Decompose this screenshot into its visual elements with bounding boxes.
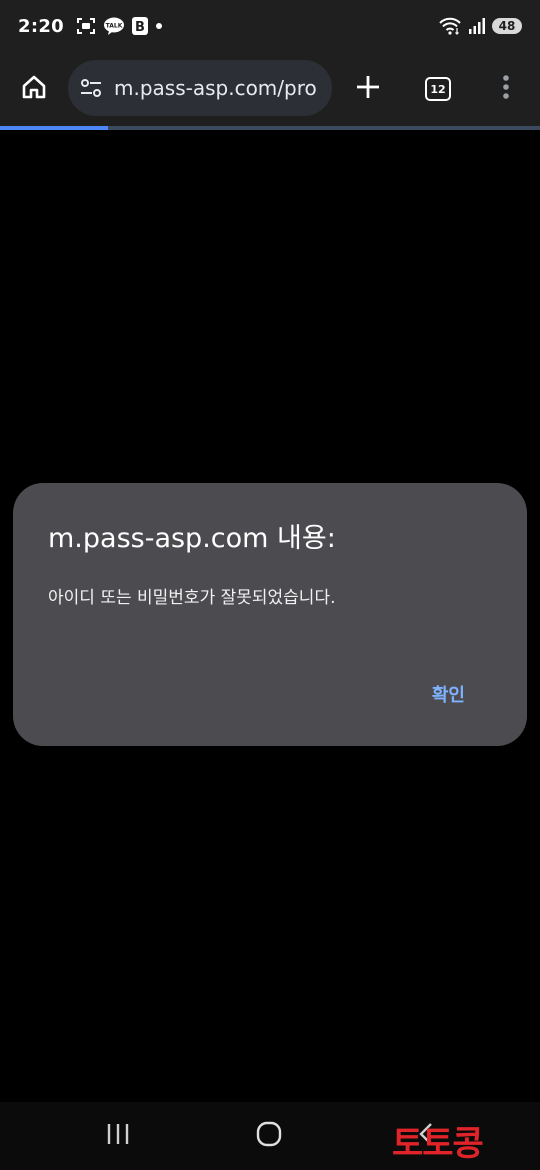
browser-toolbar: m.pass-asp.com/pro 12 <box>0 52 540 126</box>
status-time: 2:20 <box>18 15 64 37</box>
home-nav-button[interactable] <box>250 1120 288 1152</box>
recents-icon <box>105 1123 131 1149</box>
dialog-title: m.pass-asp.com 내용: <box>48 523 336 554</box>
site-settings-icon[interactable] <box>78 75 104 101</box>
recents-button[interactable] <box>100 1122 136 1150</box>
notification-icons: TALK B <box>76 17 163 35</box>
url-text[interactable]: m.pass-asp.com/pro <box>114 76 317 100</box>
tab-switcher-button[interactable]: 12 <box>418 69 458 109</box>
overflow-menu-button[interactable] <box>486 69 526 109</box>
plus-icon <box>355 74 381 104</box>
b-app-icon: B <box>131 17 148 35</box>
wifi-icon <box>438 17 462 35</box>
watermark-text: 토토콩 <box>392 1124 484 1164</box>
new-tab-button[interactable] <box>348 69 388 109</box>
more-vert-icon <box>502 74 510 104</box>
home-button[interactable] <box>14 69 54 109</box>
kakaotalk-icon: TALK <box>103 17 125 35</box>
dialog-message: 아이디 또는 비밀번호가 잘못되었습니다. <box>48 588 336 608</box>
home-nav-icon <box>256 1121 282 1151</box>
signal-icon <box>468 17 486 35</box>
address-bar[interactable]: m.pass-asp.com/pro <box>68 60 332 116</box>
screenshot-icon <box>76 17 96 35</box>
system-nav-bar: 토토콩 <box>0 1102 540 1170</box>
svg-text:B: B <box>135 20 145 35</box>
alert-dialog: m.pass-asp.com 내용: 아이디 또는 비밀번호가 잘못되었습니다.… <box>13 483 527 746</box>
tab-count: 12 <box>425 77 451 101</box>
status-bar: 2:20 TALK B 48 <box>0 0 540 52</box>
battery-indicator: 48 <box>492 18 522 34</box>
dot-icon <box>155 22 163 30</box>
home-icon <box>20 73 48 105</box>
system-status: 48 <box>438 17 522 35</box>
ok-button[interactable]: 확인 <box>426 677 471 711</box>
svg-text:TALK: TALK <box>106 23 123 30</box>
